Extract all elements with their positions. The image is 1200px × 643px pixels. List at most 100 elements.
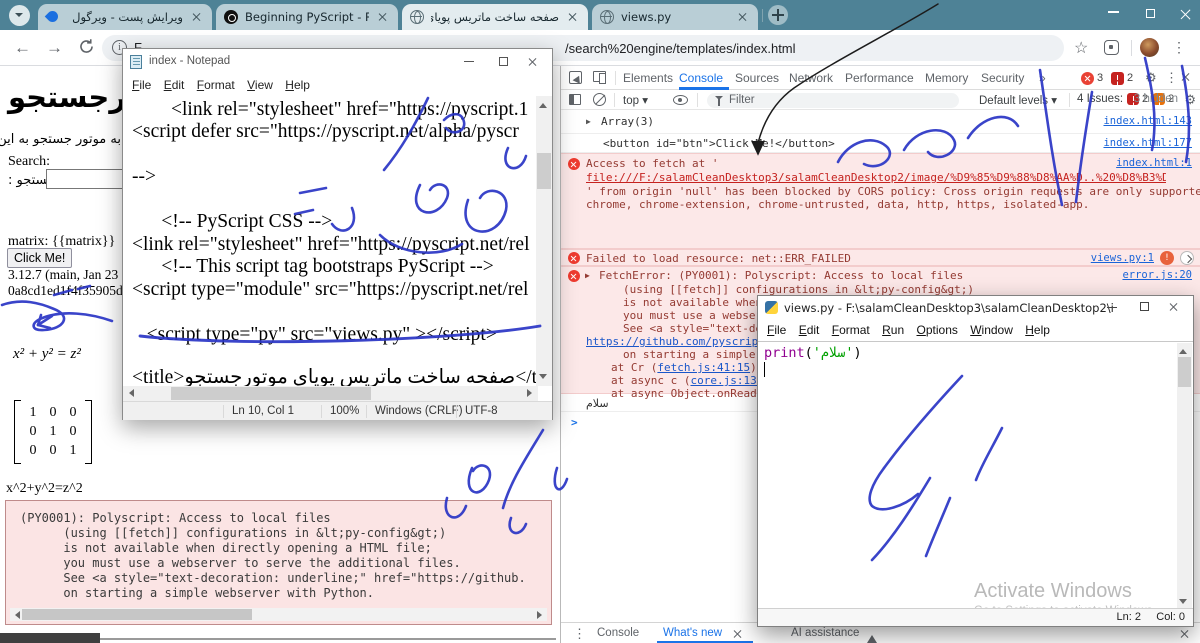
menu-edit[interactable]: Edit (799, 320, 820, 340)
scrollbar-thumb[interactable] (171, 387, 371, 400)
scroll-left-icon[interactable] (125, 389, 134, 397)
menu-format[interactable]: Format (832, 320, 870, 340)
minimize-icon[interactable] (464, 61, 474, 62)
tab-console[interactable]: Console (679, 71, 723, 85)
idle-title-bar[interactable]: views.py - F:\salamCleanDesktop3\salamCl… (758, 296, 1193, 320)
source-location-link[interactable]: index.html:143 (1103, 115, 1192, 127)
tab-memory[interactable]: Memory (925, 71, 968, 85)
tab-performance[interactable]: Performance (845, 71, 914, 85)
expand-triangle-icon[interactable]: ▶ (586, 117, 591, 126)
menu-file[interactable]: File (767, 320, 786, 340)
stack-link[interactable]: fetch.js:41:15 (657, 361, 750, 374)
maximize-icon[interactable] (499, 57, 508, 66)
console-error-row[interactable]: Access to fetch at ' file:///F:/salamCle… (561, 153, 1200, 249)
devtools-menu-icon[interactable]: ⋮ (1165, 70, 1178, 86)
tab-viewspy[interactable]: views.py (592, 4, 758, 30)
hidden-messages-label[interactable]: 3 hidden (1134, 93, 1178, 105)
tab-close-icon[interactable] (566, 10, 580, 24)
more-tabs-icon[interactable]: » (1039, 71, 1046, 85)
menu-file[interactable]: File (132, 75, 151, 95)
clear-console-icon[interactable] (593, 93, 606, 106)
menu-view[interactable]: View (247, 75, 273, 95)
scroll-down-icon[interactable] (1179, 599, 1187, 608)
tab-search-button[interactable] (9, 5, 30, 26)
live-expression-eye-icon[interactable] (673, 95, 688, 105)
issues-label[interactable]: 4 Issues: (1077, 93, 1123, 105)
drawer-menu-icon[interactable]: ⋮ (573, 626, 586, 642)
device-toolbar-icon[interactable] (593, 71, 606, 82)
source-location-link[interactable]: error.js:20 (1122, 269, 1192, 281)
console-filter-input[interactable]: Filter (707, 93, 959, 109)
close-icon[interactable] (1169, 302, 1179, 312)
devtools-close-icon[interactable] (1181, 72, 1191, 82)
close-icon[interactable] (528, 57, 538, 67)
click-me-button[interactable]: Click Me! (7, 248, 72, 268)
tab-security[interactable]: Security (981, 71, 1024, 85)
expand-triangle-icon[interactable]: ▶ (585, 271, 590, 280)
scroll-left-icon[interactable] (11, 611, 20, 619)
scrollbar-thumb[interactable] (1178, 357, 1191, 387)
tab-elements[interactable]: Elements (623, 71, 673, 85)
scroll-down-icon[interactable] (539, 374, 547, 383)
tab-sources[interactable]: Sources (735, 71, 779, 85)
tab-network[interactable]: Network (789, 71, 833, 85)
console-sidebar-icon[interactable] (569, 94, 581, 105)
profile-avatar[interactable] (1140, 38, 1159, 57)
scroll-up-icon[interactable] (539, 99, 547, 108)
menu-format[interactable]: Format (197, 75, 235, 95)
console-row[interactable]: <button id="btn">Click Me!</button> inde… (561, 134, 1200, 153)
tab-close-icon[interactable] (190, 10, 204, 24)
drawer-tab-ai-assistance[interactable]: AI assistance (791, 627, 859, 639)
console-settings-gear-icon[interactable]: ⚙ (1184, 92, 1196, 108)
browser-menu-icon[interactable]: ⋮ (1172, 39, 1186, 56)
settings-gear-icon[interactable]: ⚙ (1145, 70, 1157, 86)
minimize-icon[interactable] (1107, 307, 1117, 308)
bookmark-star-icon[interactable]: ☆ (1074, 38, 1088, 58)
source-location-link[interactable]: index.html:177 (1103, 137, 1192, 149)
scrollbar-thumb[interactable] (22, 609, 252, 620)
notepad-text-area[interactable]: <link rel="stylesheet" href="https://pys… (123, 96, 538, 386)
reload-button[interactable] (78, 38, 95, 60)
file-url-link[interactable]: file:///F:/salamCleanDesktop3/salamClean… (586, 171, 1166, 184)
notepad-title-bar[interactable]: index - Notepad (123, 49, 552, 75)
menu-run[interactable]: Run (882, 320, 904, 340)
issues-count-icon[interactable] (1111, 72, 1124, 85)
console-error-row[interactable]: Failed to load resource: net::ERR_FAILED… (561, 249, 1200, 266)
forward-button[interactable]: → (46, 38, 63, 58)
window-minimize-button[interactable] (1108, 11, 1119, 13)
vertical-scrollbar[interactable] (536, 96, 552, 386)
menu-help[interactable]: Help (285, 75, 310, 95)
source-location-link[interactable]: index.html:1 (1116, 157, 1192, 169)
horizontal-scrollbar[interactable] (123, 386, 538, 401)
context-selector[interactable]: top ▾ (623, 93, 648, 107)
maximize-icon[interactable] (1140, 302, 1149, 311)
drawer-tab-close-icon[interactable] (733, 629, 743, 639)
scrollbar-thumb[interactable] (537, 153, 551, 189)
scroll-right-icon[interactable] (527, 389, 536, 397)
menu-help[interactable]: Help (1025, 320, 1050, 340)
menu-options[interactable]: Options (917, 320, 958, 340)
log-levels-dropdown[interactable]: Default levels ▾ (979, 93, 1057, 107)
drawer-tab-whats-new[interactable]: What's new (663, 627, 722, 639)
source-location-link[interactable]: views.py:1 (1091, 252, 1154, 264)
drawer-tab-console[interactable]: Console (597, 627, 639, 639)
console-row[interactable]: ▶ Array(3) index.html:143 (561, 110, 1200, 134)
extensions-icon[interactable] (1104, 40, 1119, 55)
back-button[interactable]: ← (14, 38, 31, 58)
tab-virgool[interactable]: ویرایش پست - ویرگول (38, 4, 212, 30)
issue-circle-icon[interactable]: ! (1160, 251, 1174, 265)
menu-window[interactable]: Window (970, 320, 1013, 340)
window-close-button[interactable] (1180, 9, 1191, 20)
new-tab-button[interactable] (768, 5, 788, 25)
tab-close-icon[interactable] (376, 10, 390, 24)
tab-matrix-page-active[interactable]: صفحه ساخت ماتریس پویای موتو (402, 4, 588, 30)
inspect-element-icon[interactable] (569, 71, 582, 84)
vertical-scrollbar[interactable] (1177, 343, 1192, 610)
horizontal-scrollbar[interactable] (10, 608, 547, 621)
tab-pyscript[interactable]: Beginning PyScript - PyScript (216, 4, 398, 30)
scroll-up-icon[interactable] (1179, 345, 1187, 354)
tab-close-icon[interactable] (736, 10, 750, 24)
open-source-icon[interactable] (1180, 251, 1194, 265)
menu-edit[interactable]: Edit (164, 75, 185, 95)
drawer-close-icon[interactable] (1180, 629, 1190, 639)
